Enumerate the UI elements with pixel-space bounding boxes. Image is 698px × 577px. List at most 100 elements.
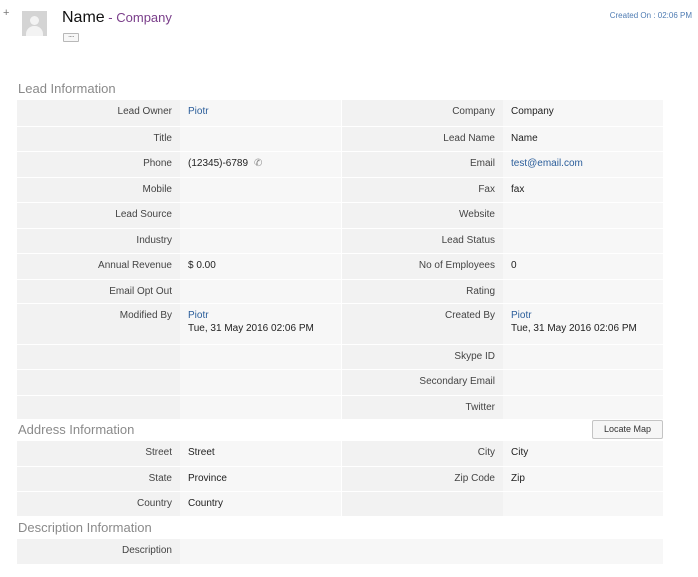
rating-label: Rating <box>340 279 503 304</box>
section-title-description-information: Description Information <box>18 520 152 535</box>
annual-revenue-label: Annual Revenue <box>17 253 180 280</box>
modified-by-date: Tue, 31 May 2016 02:06 PM <box>188 322 314 334</box>
industry-value <box>180 228 341 254</box>
table-row: State Province Zip Code Zip <box>17 466 663 492</box>
more-options-button[interactable]: .... <box>63 32 79 42</box>
table-row: Lead Source Website <box>17 202 663 229</box>
mobile-label: Mobile <box>17 177 180 203</box>
zip-code-label: Zip Code <box>340 466 503 492</box>
empty-value-cell <box>503 491 663 517</box>
title-label: Title <box>17 126 180 152</box>
locate-map-button[interactable]: Locate Map <box>592 420 663 439</box>
company-value: Company <box>503 100 663 127</box>
rating-value <box>503 279 663 304</box>
table-row: Phone (12345)-6789 ✆ Email test@email.com <box>17 151 663 178</box>
email-link[interactable]: test@email.com <box>503 151 663 178</box>
email-opt-out-label: Email Opt Out <box>17 279 180 304</box>
no-of-employees-label: No of Employees <box>340 253 503 280</box>
fax-value: fax <box>503 177 663 203</box>
table-row: Modified By Piotr Tue, 31 May 2016 02:06 … <box>17 303 663 345</box>
skype-id-value <box>503 344 663 370</box>
modified-by-label: Modified By <box>17 303 180 345</box>
lead-information-table: Lead Owner Piotr Company Company Title L… <box>17 100 663 420</box>
created-by-cell: Piotr Tue, 31 May 2016 02:06 PM <box>503 303 663 345</box>
street-value: Street <box>180 441 341 467</box>
state-value: Province <box>180 466 341 492</box>
created-by-label: Created By <box>340 303 503 345</box>
state-label: State <box>17 466 180 492</box>
table-row: Lead Owner Piotr Company Company <box>17 100 663 127</box>
company-label: Company <box>340 100 503 127</box>
empty-label-cell <box>17 395 180 420</box>
website-label: Website <box>340 202 503 229</box>
empty-label-cell <box>17 344 180 370</box>
lead-status-value <box>503 228 663 254</box>
empty-label-cell <box>340 491 503 517</box>
title-value <box>180 126 341 152</box>
avatar-body-shape <box>26 26 43 36</box>
mobile-value <box>180 177 341 203</box>
secondary-email-value <box>503 369 663 396</box>
lead-name-value: Name <box>503 126 663 152</box>
description-information-table: Description <box>17 539 663 565</box>
created-by-user-link[interactable]: Piotr <box>511 310 532 321</box>
skype-id-label: Skype ID <box>340 344 503 370</box>
section-title-lead-information: Lead Information <box>18 81 116 96</box>
description-value <box>180 539 663 565</box>
expand-plus-icon[interactable]: + <box>3 8 9 19</box>
lead-owner-label: Lead Owner <box>17 100 180 127</box>
secondary-email-label: Secondary Email <box>340 369 503 396</box>
avatar-head-shape <box>30 16 39 25</box>
record-company: Company <box>116 10 172 25</box>
empty-value-cell <box>180 344 341 370</box>
email-label: Email <box>340 151 503 178</box>
lead-owner-link[interactable]: Piotr <box>180 100 341 127</box>
title-separator: - <box>104 10 117 25</box>
lead-source-label: Lead Source <box>17 202 180 229</box>
record-title: Name - Company <box>62 8 172 30</box>
table-row: Industry Lead Status <box>17 228 663 254</box>
table-row: Email Opt Out Rating <box>17 279 663 304</box>
lead-name-label: Lead Name <box>340 126 503 152</box>
country-value: Country <box>180 491 341 517</box>
street-label: Street <box>17 441 180 467</box>
table-row: Description <box>17 539 663 565</box>
zip-code-value: Zip <box>503 466 663 492</box>
table-row: Skype ID <box>17 344 663 370</box>
table-row: Twitter <box>17 395 663 420</box>
modified-by-user-link[interactable]: Piotr <box>188 310 209 321</box>
section-title-address-information: Address Information <box>18 422 135 437</box>
twitter-label: Twitter <box>340 395 503 420</box>
fax-label: Fax <box>340 177 503 203</box>
address-information-table: Street Street City City State Province Z… <box>17 441 663 517</box>
avatar <box>22 11 47 36</box>
no-of-employees-value: 0 <box>503 253 663 280</box>
lead-status-label: Lead Status <box>340 228 503 254</box>
email-opt-out-value <box>180 279 341 304</box>
table-row: Secondary Email <box>17 369 663 396</box>
table-row: Mobile Fax fax <box>17 177 663 203</box>
empty-label-cell <box>17 369 180 396</box>
annual-revenue-value: $ 0.00 <box>180 253 341 280</box>
table-row: Country Country <box>17 491 663 517</box>
city-label: City <box>340 441 503 467</box>
twitter-value <box>503 395 663 420</box>
created-by-date: Tue, 31 May 2016 02:06 PM <box>511 322 637 334</box>
phone-label: Phone <box>17 151 180 178</box>
table-row: Street Street City City <box>17 441 663 467</box>
table-row: Title Lead Name Name <box>17 126 663 152</box>
phone-call-icon[interactable]: ✆ <box>254 158 262 169</box>
modified-by-cell: Piotr Tue, 31 May 2016 02:06 PM <box>180 303 341 345</box>
empty-value-cell <box>180 395 341 420</box>
record-name: Name <box>62 9 105 26</box>
empty-value-cell <box>180 369 341 396</box>
lead-source-value <box>180 202 341 229</box>
phone-value: (12345)-6789 <box>188 157 249 169</box>
table-row: Annual Revenue $ 0.00 No of Employees 0 <box>17 253 663 280</box>
country-label: Country <box>17 491 180 517</box>
description-label: Description <box>17 539 180 565</box>
phone-value-cell: (12345)-6789 ✆ <box>180 151 341 178</box>
city-value: City <box>503 441 663 467</box>
industry-label: Industry <box>17 228 180 254</box>
created-on-timestamp: Created On : 02:06 PM <box>609 11 692 20</box>
